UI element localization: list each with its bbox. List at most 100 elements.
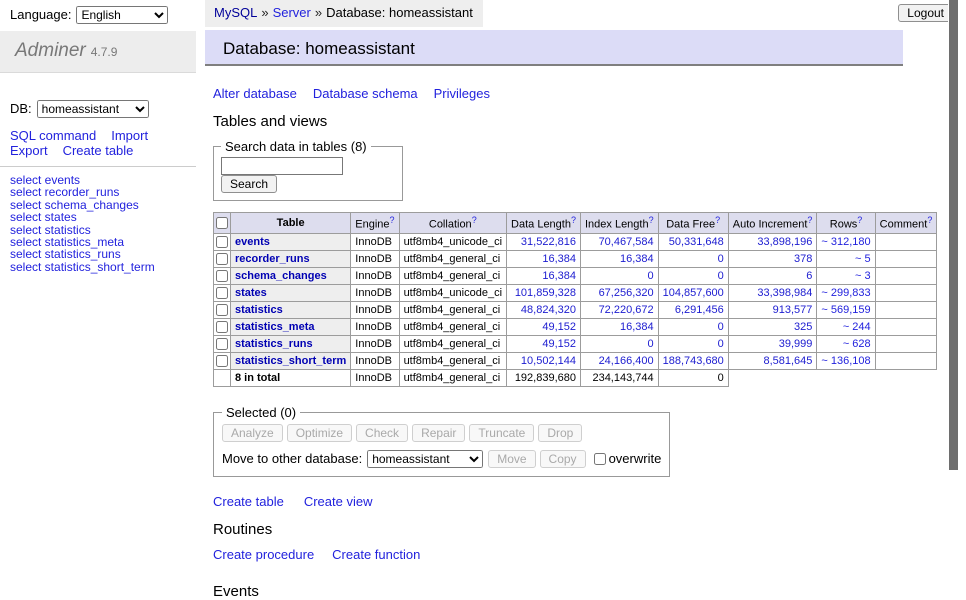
row-select-cell: [214, 301, 231, 318]
sidebar-action-link[interactable]: Export: [10, 143, 48, 158]
engine-cell: InnoDB: [351, 267, 399, 284]
index-length-cell: 24,166,400: [580, 352, 658, 369]
table-name-link[interactable]: statistics_runs: [235, 338, 313, 350]
table-name-link[interactable]: states: [235, 287, 267, 299]
rows-count-link[interactable]: ~ 5: [855, 253, 871, 265]
database-nav-link[interactable]: Database schema: [313, 86, 418, 101]
engine-cell: InnoDB: [351, 301, 399, 318]
rows-count-link[interactable]: ~ 299,833: [821, 287, 870, 299]
logout-button[interactable]: Logout: [898, 4, 953, 22]
scrollbar-thumb[interactable]: [949, 0, 958, 470]
engine-cell: InnoDB: [351, 318, 399, 335]
move-db-select[interactable]: homeassistant: [367, 450, 483, 468]
data-free-cell: 188,743,680: [658, 352, 728, 369]
column-help-link[interactable]: ?: [390, 215, 395, 225]
move-action-button[interactable]: Move: [488, 450, 535, 468]
collation-cell: utf8mb4_general_ci: [399, 267, 506, 284]
sidebar-table-link[interactable]: select statistics_runs: [10, 248, 196, 260]
tables-table-head: TableEngine?Collation?Data Length?Index …: [214, 213, 937, 234]
rows-count-link[interactable]: ~ 136,108: [821, 355, 870, 367]
column-help-link[interactable]: ?: [649, 215, 654, 225]
select-all-checkbox[interactable]: [216, 217, 228, 229]
selected-action-button[interactable]: Analyze: [222, 424, 283, 442]
total-collation-cell: utf8mb4_general_ci: [399, 369, 506, 386]
row-checkbox[interactable]: [216, 253, 228, 265]
rows-count-link[interactable]: ~ 569,159: [821, 304, 870, 316]
rows-count-cell: ~ 5: [817, 250, 875, 267]
table-name-link[interactable]: schema_changes: [235, 270, 327, 282]
move-action-button[interactable]: Copy: [540, 450, 586, 468]
sidebar-action-link[interactable]: SQL command: [10, 128, 96, 143]
selected-action-button[interactable]: Repair: [412, 424, 465, 442]
search-button[interactable]: Search: [221, 175, 277, 193]
sidebar-action-row: Export Create table: [10, 143, 196, 158]
rows-count-link[interactable]: ~ 312,180: [821, 236, 870, 248]
overwrite-checkbox[interactable]: [594, 453, 606, 465]
database-nav-link[interactable]: Privileges: [434, 86, 490, 101]
rows-count-link[interactable]: ~ 3: [855, 270, 871, 282]
column-header-label: Data Length: [511, 219, 571, 231]
column-header-label: Auto Increment: [733, 219, 808, 231]
sidebar-table-link[interactable]: select statistics_short_term: [10, 261, 196, 273]
db-select[interactable]: homeassistant: [37, 100, 149, 118]
selected-action-button[interactable]: Check: [356, 424, 408, 442]
selected-action-button[interactable]: Drop: [538, 424, 582, 442]
column-header: Index Length?: [580, 213, 658, 234]
language-select[interactable]: English: [76, 6, 168, 24]
engine-cell: InnoDB: [351, 233, 399, 250]
table-name-link[interactable]: statistics_short_term: [235, 355, 346, 367]
table-name-link[interactable]: statistics_meta: [235, 321, 315, 333]
table-name-link[interactable]: events: [235, 236, 270, 248]
column-header-label: Index Length: [585, 219, 649, 231]
column-help-link[interactable]: ?: [571, 215, 576, 225]
table-name-link[interactable]: recorder_runs: [235, 253, 310, 265]
column-header-label: Table: [277, 217, 305, 229]
sidebar-action-link[interactable]: Create table: [63, 143, 134, 158]
database-nav-link[interactable]: Alter database: [213, 86, 297, 101]
engine-cell: InnoDB: [351, 250, 399, 267]
row-checkbox[interactable]: [216, 304, 228, 316]
column-help-link[interactable]: ?: [472, 215, 477, 225]
create-link[interactable]: Create table: [213, 494, 284, 509]
row-checkbox[interactable]: [216, 355, 228, 367]
breadcrumb: MySQL»Server»Database: homeassistant: [205, 0, 483, 27]
routine-link[interactable]: Create function: [332, 547, 420, 562]
engine-cell: InnoDB: [351, 352, 399, 369]
rows-count-link[interactable]: ~ 244: [843, 321, 871, 333]
column-help-link[interactable]: ?: [807, 215, 812, 225]
sidebar-action-link[interactable]: Import: [111, 128, 148, 143]
row-checkbox[interactable]: [216, 287, 228, 299]
column-help-link[interactable]: ?: [927, 215, 932, 225]
selected-action-button[interactable]: Optimize: [287, 424, 352, 442]
auto-increment-cell: 378: [728, 250, 817, 267]
sidebar-table-link[interactable]: select recorder_runs: [10, 186, 196, 198]
table-row: statisticsInnoDButf8mb4_general_ci48,824…: [214, 301, 937, 318]
column-header: Table: [231, 213, 351, 234]
column-help-link[interactable]: ?: [857, 215, 862, 225]
row-checkbox[interactable]: [216, 236, 228, 248]
index-length-cell: 0: [580, 335, 658, 352]
table-name-link[interactable]: statistics: [235, 304, 283, 316]
collation-cell: utf8mb4_general_ci: [399, 250, 506, 267]
sidebar-table-link[interactable]: select states: [10, 211, 196, 223]
comment-cell: [875, 250, 937, 267]
column-help-link[interactable]: ?: [715, 215, 720, 225]
selected-action-button[interactable]: Truncate: [469, 424, 534, 442]
rows-count-link[interactable]: ~ 628: [843, 338, 871, 350]
breadcrumb-server-link[interactable]: Server: [273, 5, 311, 20]
row-checkbox[interactable]: [216, 338, 228, 350]
total-blank-cell: [728, 369, 937, 386]
row-checkbox[interactable]: [216, 270, 228, 282]
data-length-cell: 49,152: [507, 335, 581, 352]
row-checkbox[interactable]: [216, 321, 228, 333]
comment-cell: [875, 284, 937, 301]
index-length-cell: 67,256,320: [580, 284, 658, 301]
database-nav-links: Alter database Database schema Privileges: [213, 86, 925, 101]
search-input[interactable]: [221, 157, 343, 175]
create-link[interactable]: Create view: [304, 494, 373, 509]
breadcrumb-mysql-link[interactable]: MySQL: [214, 5, 257, 20]
routine-link[interactable]: Create procedure: [213, 547, 314, 562]
column-header: Collation?: [399, 213, 506, 234]
table-row: statistics_runsInnoDButf8mb4_general_ci4…: [214, 335, 937, 352]
selected-fieldset: Selected (0) AnalyzeOptimizeCheckRepairT…: [213, 405, 670, 477]
